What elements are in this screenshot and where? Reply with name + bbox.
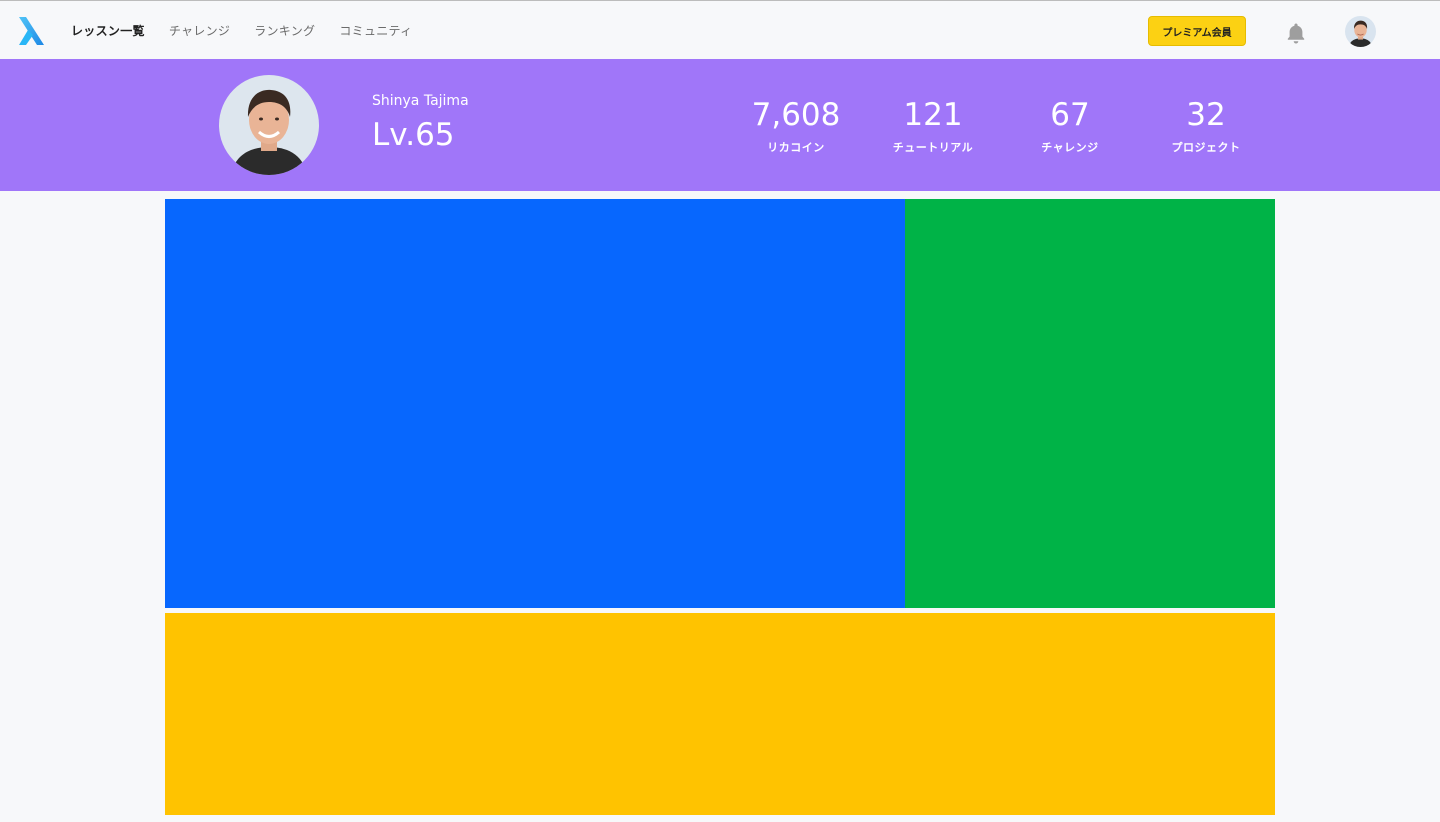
lambda-logo-icon[interactable] xyxy=(16,15,46,47)
stat-challenges: 67 チャレンジ xyxy=(1000,97,1140,155)
stat-value: 7,608 xyxy=(751,97,841,133)
main-nav: レッスン一覧 チャレンジ ランキング コミュニティ xyxy=(71,1,436,59)
user-name: Shinya Tajima xyxy=(372,93,469,109)
nav-ranking[interactable]: ランキング xyxy=(254,22,315,39)
blue-panel[interactable] xyxy=(165,199,905,608)
stat-label: チャレンジ xyxy=(1041,141,1099,154)
stat-label: チュートリアル xyxy=(892,141,974,154)
user-avatar-icon[interactable] xyxy=(1345,16,1376,47)
green-panel[interactable] xyxy=(905,199,1275,608)
stat-label: プロジェクト xyxy=(1171,141,1241,154)
stat-projects: 32 プロジェクト xyxy=(1136,97,1276,155)
profile-avatar xyxy=(219,75,319,175)
premium-button[interactable]: プレミアム会員 xyxy=(1148,16,1246,46)
stat-value: 121 xyxy=(903,97,963,133)
yellow-panel[interactable] xyxy=(165,613,1275,815)
nav-lessons[interactable]: レッスン一覧 xyxy=(71,22,145,39)
stat-label: リカコイン xyxy=(767,141,825,154)
stat-value: 67 xyxy=(1050,97,1090,133)
user-level: Lv.65 xyxy=(372,117,455,153)
stat-value: 32 xyxy=(1186,97,1226,133)
stat-coins: 7,608 リカコイン xyxy=(726,97,866,155)
stat-tutorials: 121 チュートリアル xyxy=(863,97,1003,155)
nav-community[interactable]: コミュニティ xyxy=(339,22,412,39)
bell-icon[interactable] xyxy=(1284,21,1308,45)
header: レッスン一覧 チャレンジ ランキング コミュニティ プレミアム会員 xyxy=(0,1,1440,59)
nav-challenge[interactable]: チャレンジ xyxy=(169,22,230,39)
profile-band: Shinya Tajima Lv.65 7,608 リカコイン 121 チュート… xyxy=(0,59,1440,191)
